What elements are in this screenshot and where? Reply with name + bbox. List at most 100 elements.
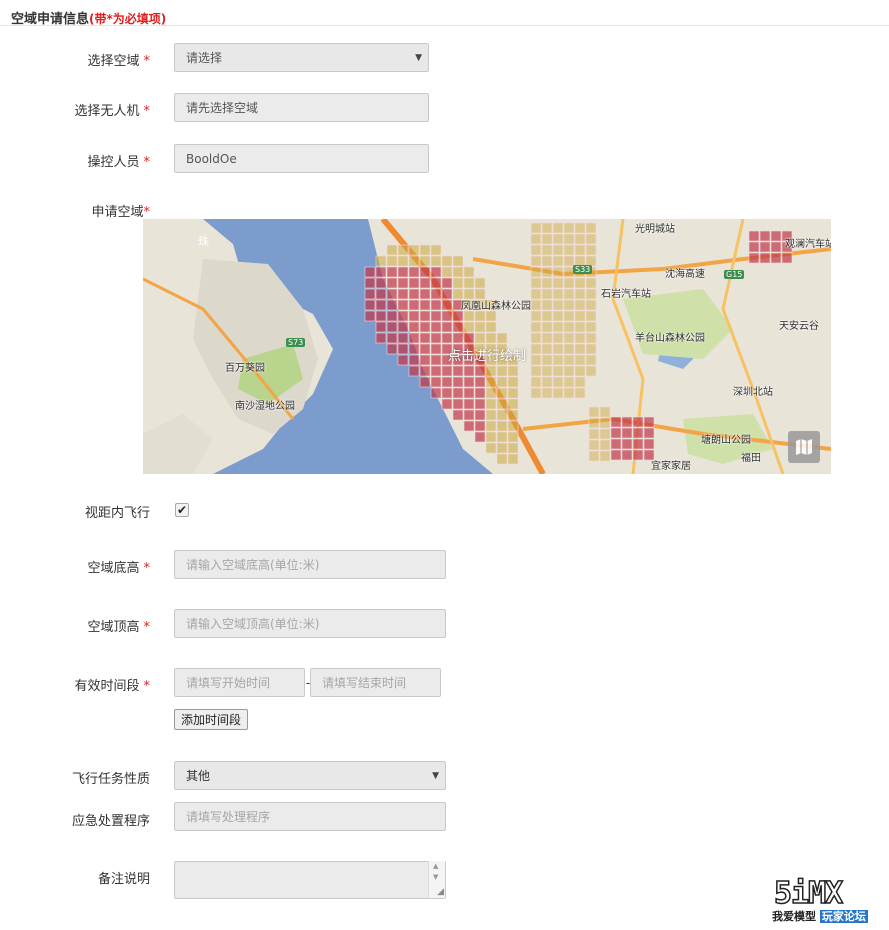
map-type-button[interactable] [788,431,820,463]
airspace-map[interactable]: 光明城站 凤凰山森林公园 石岩汽车站 羊台山森林公园 百万葵园 南沙湿地公园 深… [143,219,831,474]
scroll-down-icon[interactable]: ▼ [433,873,438,881]
grid-cell-yellow [386,244,398,256]
altitude-min-label: 空域底高 * [0,557,150,576]
grid-cell-yellow [485,420,497,432]
emergency-input[interactable]: 请填写处理程序 [174,802,446,831]
airspace-select-value: 请选择 [186,51,223,65]
required-mark: * [143,155,151,170]
vlos-label-text: 视距内飞行 [84,506,150,521]
grid-cell-yellow [408,255,420,267]
grid-cell-red [441,332,453,344]
grid-cell-red [463,376,475,388]
grid-cell-yellow [386,255,398,267]
grid-cell-yellow [530,376,542,388]
map-icon [796,439,812,455]
grid-cell-yellow [496,431,508,443]
grid-cell-yellow [552,255,564,267]
add-time-period-button[interactable]: 添加时间段 [174,709,248,730]
title-divider [0,25,889,26]
grid-cell-red [397,266,409,278]
grid-cell-yellow [496,398,508,410]
grid-cell-yellow [507,420,519,432]
grid-cell-yellow [574,222,586,234]
grid-cell-red [621,449,633,461]
grid-cell-red [397,288,409,300]
grid-cell-red [463,420,475,432]
grid-cell-yellow [530,387,542,399]
grid-cell-yellow [585,222,597,234]
remarks-textarea[interactable] [174,861,446,899]
grid-cell-red [463,409,475,421]
grid-cell-red [386,321,398,333]
airspace-select[interactable]: 请选择 ▼ [174,43,429,72]
start-time-input[interactable]: 请填写开始时间 [174,668,305,697]
grid-cell-red [621,416,633,428]
altitude-max-input[interactable]: 请输入空域顶高(单位:米) [174,609,446,638]
grid-cell-red [441,365,453,377]
drone-label: 选择无人机 * [0,100,150,119]
grid-cell-red [430,332,442,344]
grid-cell-yellow [541,310,553,322]
emergency-label: 应急处置程序 [0,810,150,829]
grid-cell-yellow [563,365,575,377]
grid-cell-red [748,241,760,253]
grid-cell-yellow [574,288,586,300]
grid-cell-red [621,438,633,450]
grid-cell-red [463,398,475,410]
grid-cell-yellow [441,266,453,278]
grid-cell-yellow [530,277,542,289]
time-period-label: 有效时间段 * [0,675,150,694]
grid-cell-red [441,288,453,300]
grid-cell-yellow [585,332,597,344]
grid-cell-red [452,332,464,344]
grid-cell-red [452,321,464,333]
grid-cell-yellow [474,332,486,344]
grid-cell-yellow [541,233,553,245]
grid-cell-yellow [541,266,553,278]
remarks-scrollbar[interactable]: ▲ ▼ ◢ [428,861,445,898]
grid-cell-yellow [530,299,542,311]
emergency-placeholder: 请填写处理程序 [186,810,271,824]
grid-cell-yellow [541,376,553,388]
grid-cell-red [408,277,420,289]
grid-cell-red [408,332,420,344]
grid-cell-yellow [599,428,611,440]
grid-cell-yellow [552,376,564,388]
grid-cell-red [364,277,376,289]
mission-type-select[interactable]: 其他 ▼ [174,761,446,790]
grid-cell-red [375,266,387,278]
grid-cell-red [430,266,442,278]
grid-cell-red [375,332,387,344]
grid-cell-red [441,299,453,311]
resize-grip-icon[interactable]: ◢ [437,887,444,897]
operator-label-text: 操控人员 [87,155,140,170]
grid-cell-red [408,310,420,322]
map-shield-g15: G15 [724,270,745,279]
required-mark: * [143,104,151,119]
watermark-sub2: 玩家论坛 [819,910,868,923]
grid-cell-yellow [530,332,542,344]
grid-cell-yellow [563,299,575,311]
altitude-min-input[interactable]: 请输入空域底高(单位:米) [174,550,446,579]
grid-cell-red [419,332,431,344]
grid-cell-red [452,398,464,410]
grid-cell-red [419,288,431,300]
end-time-input[interactable]: 请填写结束时间 [310,668,441,697]
grid-cell-yellow [507,409,519,421]
grid-cell-red [408,288,420,300]
apply-area-label-text: 申请空域 [91,205,144,220]
grid-cell-yellow [485,365,497,377]
grid-cell-red [386,288,398,300]
vlos-checkbox[interactable]: ✔ [175,503,189,517]
grid-cell-red [441,277,453,289]
grid-cell-red [397,332,409,344]
grid-cell-red [419,321,431,333]
grid-cell-yellow [507,365,519,377]
grid-cell-red [610,449,622,461]
drone-select[interactable]: 请先选择空域 [174,93,429,122]
scroll-up-icon[interactable]: ▲ [433,862,438,870]
grid-cell-red [474,365,486,377]
grid-cell-red [397,321,409,333]
operator-input[interactable]: BooldOe [174,144,429,173]
grid-cell-yellow [599,439,611,451]
